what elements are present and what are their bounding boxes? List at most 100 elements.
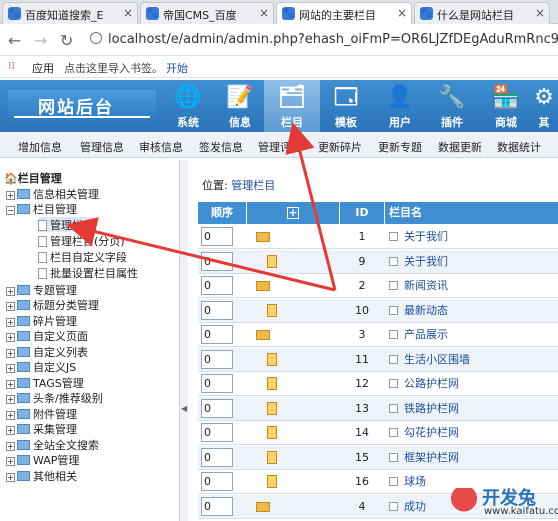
expand-icon[interactable]: + bbox=[6, 442, 15, 451]
row-checkbox[interactable] bbox=[389, 281, 398, 290]
expand-icon[interactable]: + bbox=[6, 287, 15, 296]
document-icon[interactable] bbox=[267, 352, 277, 366]
tree-group[interactable]: + 标题分类管理 bbox=[6, 297, 99, 312]
tree-group[interactable]: + 头条/推荐级别 bbox=[6, 390, 103, 405]
expand-icon[interactable]: + bbox=[6, 395, 15, 404]
document-icon[interactable] bbox=[267, 401, 277, 415]
apps-link[interactable]: 应用 bbox=[32, 60, 54, 76]
column-name-link[interactable]: 产品展示 bbox=[404, 328, 448, 341]
column-name-link[interactable]: 框架护栏网 bbox=[404, 451, 459, 464]
tree-group[interactable]: + 自定义列表 bbox=[6, 344, 88, 359]
breadcrumb-link[interactable]: 管理栏目 bbox=[231, 179, 275, 192]
nav-plugin[interactable]: 🔧 插件 bbox=[424, 80, 480, 132]
folder-icon[interactable] bbox=[256, 281, 270, 291]
tree-group[interactable]: + 全站全文搜索 bbox=[6, 437, 99, 452]
row-checkbox[interactable] bbox=[389, 452, 398, 462]
expand-icon[interactable]: + bbox=[6, 364, 15, 373]
expand-icon[interactable]: + bbox=[6, 349, 15, 358]
expand-icon[interactable]: + bbox=[6, 426, 15, 435]
document-icon[interactable] bbox=[267, 426, 277, 439]
expand-icon[interactable]: + bbox=[6, 191, 15, 200]
collapse-arrow-icon[interactable]: ◀ bbox=[181, 404, 187, 413]
order-input[interactable]: 0 bbox=[201, 472, 233, 491]
info-icon[interactable] bbox=[90, 32, 102, 44]
folder-icon[interactable] bbox=[256, 330, 270, 340]
tree-item[interactable]: 批量设置栏目属性 bbox=[38, 265, 138, 280]
column-name-link[interactable]: 关于我们 bbox=[404, 255, 448, 268]
column-name-link[interactable]: 勾花护栏网 bbox=[404, 426, 459, 439]
nav-info[interactable]: 📝 信息 bbox=[212, 80, 268, 132]
nav-shop[interactable]: 🏪 商城 bbox=[478, 80, 534, 132]
row-checkbox[interactable] bbox=[389, 330, 398, 339]
row-checkbox[interactable] bbox=[389, 428, 398, 437]
browser-tab-active[interactable]: 🐾 网站的主要栏目 × bbox=[276, 2, 412, 24]
document-icon[interactable] bbox=[267, 475, 277, 488]
document-icon[interactable] bbox=[267, 450, 277, 464]
row-checkbox[interactable] bbox=[389, 501, 398, 511]
expand-icon[interactable]: + bbox=[6, 318, 15, 327]
row-checkbox[interactable] bbox=[389, 403, 398, 413]
nav-other[interactable]: ⚙ 其 bbox=[530, 80, 558, 132]
document-icon[interactable] bbox=[267, 303, 277, 317]
submenu-item[interactable]: 更新专题 bbox=[378, 139, 422, 155]
close-icon[interactable]: × bbox=[397, 6, 407, 20]
order-input[interactable]: 0 bbox=[201, 227, 233, 246]
column-name-link[interactable]: 生活小区围墙 bbox=[404, 353, 470, 366]
submenu-item[interactable]: 更新碎片 bbox=[318, 139, 362, 155]
submenu-item[interactable]: 审核信息 bbox=[139, 139, 183, 155]
browser-tab[interactable]: 🐾 百度知道搜索_E × bbox=[2, 2, 138, 24]
expand-icon[interactable]: + bbox=[6, 473, 15, 482]
back-icon[interactable]: ← bbox=[8, 31, 21, 50]
order-input[interactable]: 0 bbox=[201, 325, 233, 344]
submenu-item[interactable]: 管理评论 bbox=[258, 139, 302, 155]
sidebar-splitter[interactable]: ◀ bbox=[180, 160, 188, 521]
nav-column[interactable]: 🗂 栏目 bbox=[264, 80, 320, 132]
column-name-link[interactable]: 公路护栏网 bbox=[404, 377, 459, 390]
order-input[interactable]: 0 bbox=[201, 251, 233, 271]
apps-icon[interactable]: ⁝⁝ bbox=[8, 59, 15, 72]
column-name-link[interactable]: 球场 bbox=[404, 475, 426, 488]
column-name-link[interactable]: 最新动态 bbox=[404, 304, 448, 317]
document-icon[interactable] bbox=[267, 377, 277, 390]
document-icon[interactable] bbox=[267, 254, 277, 268]
submenu-item[interactable]: 签发信息 bbox=[199, 139, 243, 155]
start-link[interactable]: 开始 bbox=[166, 60, 188, 76]
forward-icon[interactable]: → bbox=[34, 31, 47, 50]
folder-icon[interactable] bbox=[256, 501, 270, 512]
tree-group[interactable]: + 采集管理 bbox=[6, 421, 77, 436]
tree-group[interactable]: + TAGS管理 bbox=[6, 375, 84, 390]
browser-tab[interactable]: 🐾 什么是网站栏目 × bbox=[414, 2, 550, 24]
expand-icon[interactable]: + bbox=[6, 333, 15, 342]
expand-icon[interactable]: + bbox=[6, 457, 15, 466]
nav-template[interactable]: 🗔 模板 bbox=[318, 80, 374, 132]
close-icon[interactable]: × bbox=[123, 6, 133, 20]
column-name-link[interactable]: 关于我们 bbox=[404, 230, 448, 243]
row-checkbox[interactable] bbox=[389, 379, 398, 388]
tree-group[interactable]: + 其他相关 bbox=[6, 468, 77, 483]
submenu-item[interactable]: 数据统计 bbox=[497, 139, 541, 155]
row-checkbox[interactable] bbox=[389, 256, 398, 266]
submenu-item[interactable]: 管理信息 bbox=[80, 139, 124, 155]
expand-all-icon[interactable]: + bbox=[287, 207, 299, 219]
nav-user[interactable]: 👤 用户 bbox=[372, 80, 428, 132]
tree-group[interactable]: + 附件管理 bbox=[6, 406, 77, 421]
url-field[interactable]: localhost/e/admin/admin.php?ehash_oiFmP=… bbox=[90, 29, 558, 51]
submenu-item[interactable]: 数据更新 bbox=[438, 139, 482, 155]
row-checkbox[interactable] bbox=[389, 477, 398, 486]
tree-group[interactable]: + 信息相关管理 bbox=[6, 186, 99, 201]
folder-icon[interactable] bbox=[256, 232, 270, 242]
order-input[interactable]: 0 bbox=[201, 374, 233, 393]
browser-tab[interactable]: 🐾 帝国CMS_百度 × bbox=[140, 2, 274, 24]
tree-item[interactable]: 栏目自定义字段 bbox=[38, 249, 127, 264]
tree-group[interactable]: + 专题管理 bbox=[6, 282, 77, 297]
tree-group[interactable]: + 自定义JS bbox=[6, 359, 76, 374]
column-name-link[interactable]: 成功 bbox=[404, 500, 426, 513]
submenu-item[interactable]: 增加信息 bbox=[18, 139, 62, 155]
row-checkbox[interactable] bbox=[389, 354, 398, 364]
tree-item-manage-column[interactable]: 管理栏目 bbox=[38, 217, 94, 232]
tree-group[interactable]: − 栏目管理 bbox=[6, 201, 77, 216]
nav-system[interactable]: 🌐 系统 bbox=[160, 80, 216, 132]
reload-icon[interactable]: ↻ bbox=[60, 31, 73, 50]
expand-icon[interactable]: + bbox=[6, 302, 15, 311]
expand-icon[interactable]: + bbox=[6, 380, 15, 389]
